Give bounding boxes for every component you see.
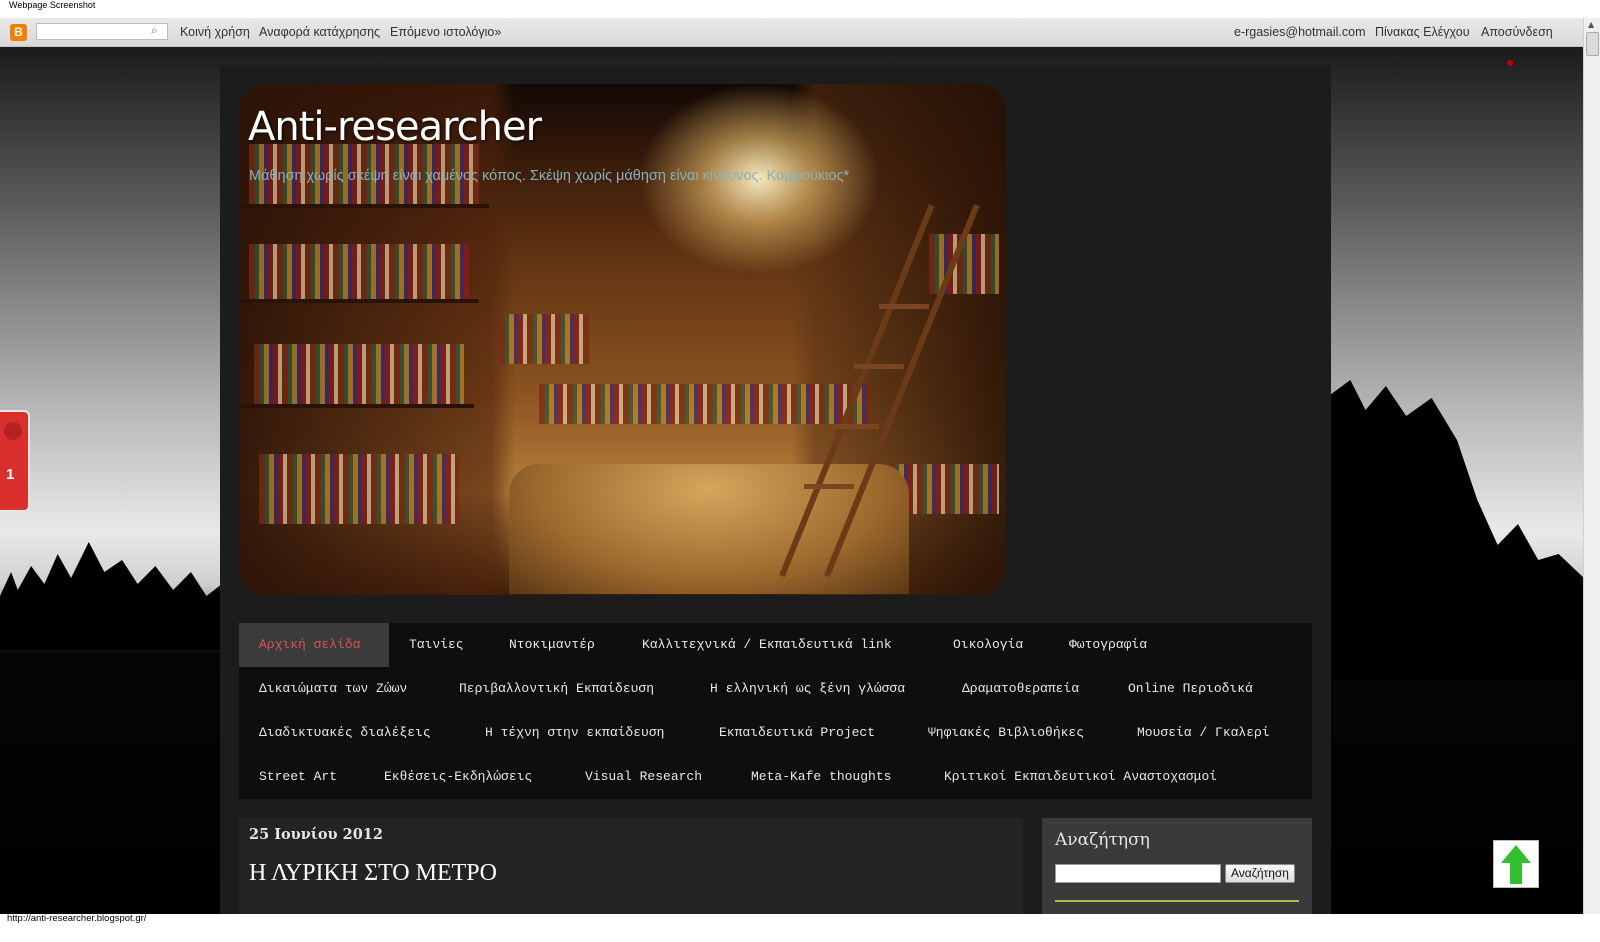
bookshelf-decoration: [249, 244, 469, 299]
share-icon: [4, 422, 22, 440]
tab-photography[interactable]: Φωτογραφία: [1049, 623, 1167, 667]
shelf-line: [239, 204, 489, 208]
share-count: 1: [6, 466, 15, 483]
tab-dramatherapy[interactable]: Δραματοθεραπεία: [942, 667, 1099, 711]
status-url: http://anti-researcher.blogspot.gr/: [7, 913, 147, 924]
tab-home[interactable]: Αρχική σελίδα: [239, 623, 389, 667]
share-link[interactable]: Κοινή χρήση: [180, 25, 250, 39]
arrow-up-icon-shaft: [1510, 862, 1522, 884]
pages-tabs: Αρχική σελίδα Ταινίες Ντοκιμαντέρ Καλλιτ…: [239, 623, 1312, 799]
ladder-step: [804, 484, 854, 489]
ladder-step: [829, 424, 879, 429]
tab-meta-kafe-thoughts[interactable]: Meta-Kafe thoughts: [731, 755, 911, 799]
tab-online-magazines[interactable]: Online Περιοδικά: [1108, 667, 1273, 711]
tab-animal-rights[interactable]: Δικαιώματα των Ζώων: [239, 667, 427, 711]
report-abuse-link[interactable]: Αναφορά κατάχρησης: [259, 25, 380, 39]
sidebar-search-input[interactable]: [1055, 864, 1221, 883]
ladder-step: [879, 304, 929, 309]
tab-greek-as-foreign-language[interactable]: Η ελληνική ως ξένη γλώσσα: [690, 667, 925, 711]
red-dot-decoration: [1507, 60, 1513, 66]
tab-environmental-education[interactable]: Περιβαλλοντική Εκπαίδευση: [439, 667, 674, 711]
tab-art-education-links[interactable]: Καλλιτεχνικά / Εκπαιδευτικά link: [622, 623, 912, 667]
back-to-top-button[interactable]: [1493, 840, 1539, 888]
tab-art-in-education[interactable]: Η τέχνη στην εκπαίδευση: [465, 711, 684, 755]
sidebar-divider: [1055, 900, 1299, 902]
blogger-navbar: B ⌕ Κοινή χρήση Αναφορά κατάχρησης Επόμε…: [0, 18, 1584, 47]
bookshelf-decoration: [259, 454, 459, 524]
next-blog-link[interactable]: Επόμενο ιστολόγιο»: [390, 25, 501, 39]
page-scrollbar[interactable]: ▲: [1583, 18, 1600, 914]
post-title[interactable]: Η ΛΥΡΙΚΗ ΣΤΟ ΜΕΤΡΟ: [249, 860, 497, 887]
share-widget[interactable]: 1: [0, 410, 30, 512]
blog-title[interactable]: Anti-researcher: [248, 104, 542, 150]
dashboard-link[interactable]: Πίνακας Ελέγχου: [1375, 25, 1470, 39]
tab-ecology[interactable]: Οικολογία: [933, 623, 1043, 667]
window-caption: Webpage Screenshot: [0, 0, 1600, 18]
user-email-link[interactable]: e-rgasies@hotmail.com: [1234, 25, 1365, 39]
signout-link[interactable]: Αποσύνδεση: [1481, 25, 1553, 39]
tab-online-lectures[interactable]: Διαδικτυακές διαλέξεις: [239, 711, 451, 755]
status-bar: http://anti-researcher.blogspot.gr/: [0, 913, 1600, 942]
shelf-line: [239, 404, 474, 408]
tab-documentaries[interactable]: Ντοκιμαντέρ: [489, 623, 615, 667]
tab-movies[interactable]: Ταινίες: [389, 623, 484, 667]
tab-education-projects[interactable]: Εκπαιδευτικά Project: [699, 711, 895, 755]
sidebar-search-button[interactable]: Αναζήτηση: [1225, 864, 1295, 883]
blogger-logo-icon[interactable]: B: [10, 24, 27, 41]
post-date: 25 Ιουνίου 2012: [249, 826, 383, 843]
bookshelf-decoration: [254, 344, 464, 404]
ladder-step: [854, 364, 904, 369]
sidebar-search-title: Αναζήτηση: [1055, 830, 1150, 850]
search-icon[interactable]: ⌕: [151, 23, 158, 38]
tab-critical-educational-reflections[interactable]: Κριτικοί Εκπαιδευτικοί Αναστοχασμοί: [924, 755, 1237, 799]
shelf-line: [239, 299, 479, 303]
scrollbar-thumb[interactable]: [1586, 32, 1599, 56]
bookshelf-decoration: [499, 314, 589, 364]
window-caption-text: Webpage Screenshot: [9, 0, 96, 10]
blog-description: Μάθηση χωρίς σκέψη είναι χαμένος κόπος. …: [249, 168, 850, 184]
navbar-search-input[interactable]: [36, 23, 168, 40]
tab-street-art[interactable]: Street Art: [239, 755, 357, 799]
scroll-up-arrow-icon[interactable]: ▲: [1588, 20, 1594, 29]
arrow-up-icon: [1501, 845, 1531, 863]
tab-visual-research[interactable]: Visual Research: [565, 755, 722, 799]
tab-museums-galleries[interactable]: Μουσεία / Γκαλερί: [1117, 711, 1290, 755]
tab-digital-libraries[interactable]: Ψηφιακές Βιβλιοθήκες: [908, 711, 1104, 755]
header-image: [239, 84, 1006, 595]
bookshelf-decoration: [539, 384, 869, 424]
tab-exhibitions-events[interactable]: Εκθέσεις-Εκδηλώσεις: [364, 755, 552, 799]
